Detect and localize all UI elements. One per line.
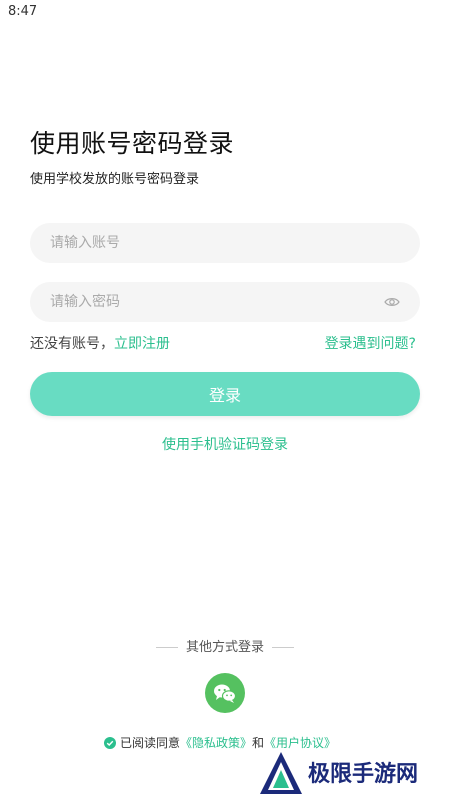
no-account-text: 还没有账号， <box>30 336 114 352</box>
account-input[interactable] <box>50 223 370 263</box>
password-input[interactable] <box>50 282 370 322</box>
watermark-text: 极限手游网 <box>308 762 419 787</box>
eye-icon[interactable] <box>384 294 400 310</box>
user-agreement-link[interactable]: 《用户协议》 <box>264 736 336 750</box>
password-field[interactable] <box>30 282 420 322</box>
watermark: 极限手游网 <box>258 750 448 798</box>
auth-links-row: 还没有账号，立即注册 登录遇到问题? <box>30 333 420 353</box>
wechat-icon <box>214 684 237 703</box>
page-subtitle: 使用学校发放的账号密码登录 <box>30 172 200 187</box>
status-bar: 8:47 <box>0 0 450 24</box>
sms-login-link[interactable]: 使用手机验证码登录 <box>0 434 450 454</box>
agreement-row: 已阅读同意《隐私政策》和《用户协议》 <box>104 734 336 750</box>
wechat-login-button[interactable] <box>205 673 245 713</box>
page-title: 使用账号密码登录 <box>30 129 235 158</box>
privacy-policy-link[interactable]: 《隐私政策》 <box>180 736 252 750</box>
status-time: 8:47 <box>8 4 38 19</box>
account-field[interactable] <box>30 223 420 263</box>
login-button[interactable]: 登录 <box>30 372 420 416</box>
agreement-and: 和 <box>252 736 265 750</box>
divider-line-right <box>272 647 294 648</box>
divider-line-left <box>155 647 178 648</box>
watermark-logo-icon <box>260 752 302 794</box>
login-screen: 8:47 使用账号密码登录 使用学校发放的账号密码登录 还没有账号，立即注册 登… <box>0 0 450 800</box>
agreement-prefix: 已阅读同意 <box>120 736 181 750</box>
no-account-prompt: 还没有账号，立即注册 <box>30 333 170 353</box>
other-login-label: 其他方式登录 <box>185 640 264 655</box>
register-link[interactable]: 立即注册 <box>114 336 170 352</box>
login-problem-link[interactable]: 登录遇到问题? <box>325 333 416 353</box>
checkmark-circle-icon[interactable] <box>104 737 116 749</box>
other-login-divider: 其他方式登录 <box>0 636 450 655</box>
